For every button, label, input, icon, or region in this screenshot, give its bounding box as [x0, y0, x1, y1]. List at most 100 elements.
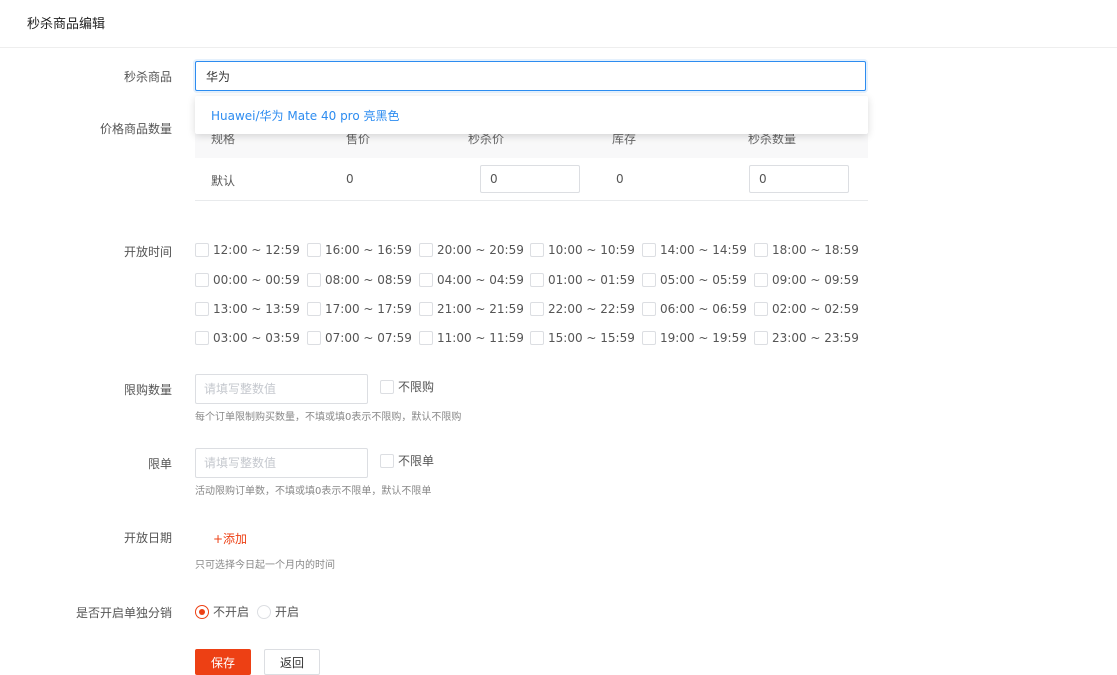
- product-label: 秒杀商品: [123, 70, 172, 84]
- time-slot-label: 18:00 ~ 18:59: [772, 243, 859, 257]
- checkbox-box[interactable]: [754, 302, 768, 316]
- checkbox-box[interactable]: [307, 331, 321, 345]
- time-slot-label: 01:00 ~ 01:59: [548, 273, 635, 287]
- time-slot-checkbox[interactable]: 06:00 ~ 06:59: [642, 299, 747, 319]
- time-slot-checkbox[interactable]: 08:00 ~ 08:59: [307, 270, 412, 290]
- save-button[interactable]: 保存: [195, 649, 251, 675]
- table-row: 默认 0 0: [195, 158, 868, 201]
- time-slot-checkbox[interactable]: 19:00 ~ 19:59: [642, 328, 747, 348]
- purchase-limit-input[interactable]: [195, 374, 368, 404]
- dropdown-option[interactable]: Huawei/华为 Mate 40 pro 亮黑色: [211, 107, 400, 124]
- time-slot-label: 04:00 ~ 04:59: [437, 273, 524, 287]
- time-slot-checkbox[interactable]: 23:00 ~ 23:59: [754, 328, 859, 348]
- purchase-limit-label: 限购数量: [123, 383, 172, 397]
- distribution-label: 是否开启单独分销: [75, 606, 172, 620]
- time-slot-checkbox[interactable]: 01:00 ~ 01:59: [530, 270, 635, 290]
- checkbox-box[interactable]: [530, 273, 544, 287]
- unlimited-order-checkbox[interactable]: 不限单: [380, 452, 434, 469]
- unlimited-purchase-checkbox[interactable]: 不限购: [380, 378, 434, 395]
- spec-cell: 默认: [211, 174, 236, 188]
- time-slot-label: 23:00 ~ 23:59: [772, 331, 859, 345]
- page-title: 秒杀商品编辑: [27, 17, 106, 32]
- time-slot-label: 02:00 ~ 02:59: [772, 302, 859, 316]
- time-slot-checkbox[interactable]: 12:00 ~ 12:59: [195, 240, 300, 260]
- checkbox-box[interactable]: [195, 302, 209, 316]
- checkbox-box[interactable]: [642, 331, 656, 345]
- time-slot-checkbox[interactable]: 18:00 ~ 18:59: [754, 240, 859, 260]
- checkbox-box[interactable]: [195, 243, 209, 257]
- time-slot-checkbox[interactable]: 03:00 ~ 03:59: [195, 328, 300, 348]
- time-slot-label: 11:00 ~ 11:59: [437, 331, 524, 345]
- checkbox-box[interactable]: [642, 273, 656, 287]
- time-slot-checkbox[interactable]: 16:00 ~ 16:59: [307, 240, 412, 260]
- time-slot-checkbox[interactable]: 05:00 ~ 05:59: [642, 270, 747, 290]
- stock-cell: 0: [616, 172, 624, 186]
- checkbox-box[interactable]: [530, 331, 544, 345]
- checkbox-box[interactable]: [642, 243, 656, 257]
- time-slot-label: 10:00 ~ 10:59: [548, 243, 635, 257]
- checkbox-box[interactable]: [307, 302, 321, 316]
- price-cell: 0: [346, 172, 354, 186]
- time-slot-label: 13:00 ~ 13:59: [213, 302, 300, 316]
- time-slot-label: 15:00 ~ 15:59: [548, 331, 635, 345]
- time-slot-label: 08:00 ~ 08:59: [325, 273, 412, 287]
- seckill-price-input[interactable]: [480, 165, 580, 193]
- order-limit-label: 限单: [147, 457, 172, 471]
- checkbox-box[interactable]: [195, 273, 209, 287]
- checkbox-box[interactable]: [419, 243, 433, 257]
- time-slot-label: 06:00 ~ 06:59: [660, 302, 747, 316]
- checkbox-box[interactable]: [754, 273, 768, 287]
- time-slot-checkbox[interactable]: 09:00 ~ 09:59: [754, 270, 859, 290]
- time-slot-checkbox[interactable]: 02:00 ~ 02:59: [754, 299, 859, 319]
- time-slot-checkbox[interactable]: 04:00 ~ 04:59: [419, 270, 524, 290]
- seckill-qty-input[interactable]: [749, 165, 849, 193]
- checkbox-box[interactable]: [530, 243, 544, 257]
- time-slot-label: 00:00 ~ 00:59: [213, 273, 300, 287]
- product-search-input[interactable]: [195, 61, 866, 91]
- time-slot-label: 16:00 ~ 16:59: [325, 243, 412, 257]
- checkbox-box[interactable]: [419, 331, 433, 345]
- purchase-limit-hint: 每个订单限制购买数量，不填或填0表示不限购，默认不限购: [195, 412, 462, 423]
- checkbox-box[interactable]: [530, 302, 544, 316]
- time-slot-label: 05:00 ~ 05:59: [660, 273, 747, 287]
- time-slot-label: 19:00 ~ 19:59: [660, 331, 747, 345]
- time-slot-checkbox[interactable]: 15:00 ~ 15:59: [530, 328, 635, 348]
- radio-disabled-option[interactable]: [195, 604, 209, 619]
- checkbox-box[interactable]: [642, 302, 656, 316]
- time-slot-checkbox[interactable]: 22:00 ~ 22:59: [530, 299, 635, 319]
- time-slot-checkbox[interactable]: 11:00 ~ 11:59: [419, 328, 524, 348]
- time-slot-checkbox[interactable]: 20:00 ~ 20:59: [419, 240, 524, 260]
- time-slot-label: 22:00 ~ 22:59: [548, 302, 635, 316]
- open-date-hint: 只可选择今日起一个月内的时间: [195, 560, 335, 571]
- time-slot-label: 07:00 ~ 07:59: [325, 331, 412, 345]
- checkbox-label: 不限单: [398, 454, 435, 468]
- time-slot-label: 12:00 ~ 12:59: [213, 243, 300, 257]
- add-date-button[interactable]: +添加: [213, 530, 247, 547]
- checkbox-box[interactable]: [307, 273, 321, 287]
- checkbox-label: 不限购: [398, 380, 435, 394]
- time-slots-label: 开放时间: [123, 245, 172, 259]
- order-limit-input[interactable]: [195, 448, 368, 478]
- order-limit-hint: 活动限购订单数，不填或填0表示不限单，默认不限单: [195, 486, 432, 497]
- distribution-radio-group: 不开启 开启: [195, 603, 299, 620]
- page-header: 秒杀商品编辑: [0, 0, 1117, 48]
- radio-enabled-option[interactable]: [257, 604, 272, 619]
- checkbox-box[interactable]: [195, 331, 209, 345]
- time-slot-checkbox[interactable]: 00:00 ~ 00:59: [195, 270, 300, 290]
- time-slot-checkbox[interactable]: 10:00 ~ 10:59: [530, 240, 635, 260]
- checkbox-box[interactable]: [419, 273, 433, 287]
- back-button[interactable]: 返回: [264, 649, 320, 675]
- checkbox-box[interactable]: [380, 453, 394, 468]
- open-date-label: 开放日期: [123, 531, 172, 545]
- product-dropdown: Huawei/华为 Mate 40 pro 亮黑色: [195, 96, 868, 134]
- time-slot-checkbox[interactable]: 13:00 ~ 13:59: [195, 299, 300, 319]
- checkbox-box[interactable]: [419, 302, 433, 316]
- checkbox-box[interactable]: [380, 379, 394, 394]
- time-slot-checkbox[interactable]: 14:00 ~ 14:59: [642, 240, 747, 260]
- time-slot-checkbox[interactable]: 17:00 ~ 17:59: [307, 299, 412, 319]
- checkbox-box[interactable]: [307, 243, 321, 257]
- time-slot-checkbox[interactable]: 07:00 ~ 07:59: [307, 328, 412, 348]
- checkbox-box[interactable]: [754, 243, 768, 257]
- checkbox-box[interactable]: [754, 331, 768, 345]
- time-slot-checkbox[interactable]: 21:00 ~ 21:59: [419, 299, 524, 319]
